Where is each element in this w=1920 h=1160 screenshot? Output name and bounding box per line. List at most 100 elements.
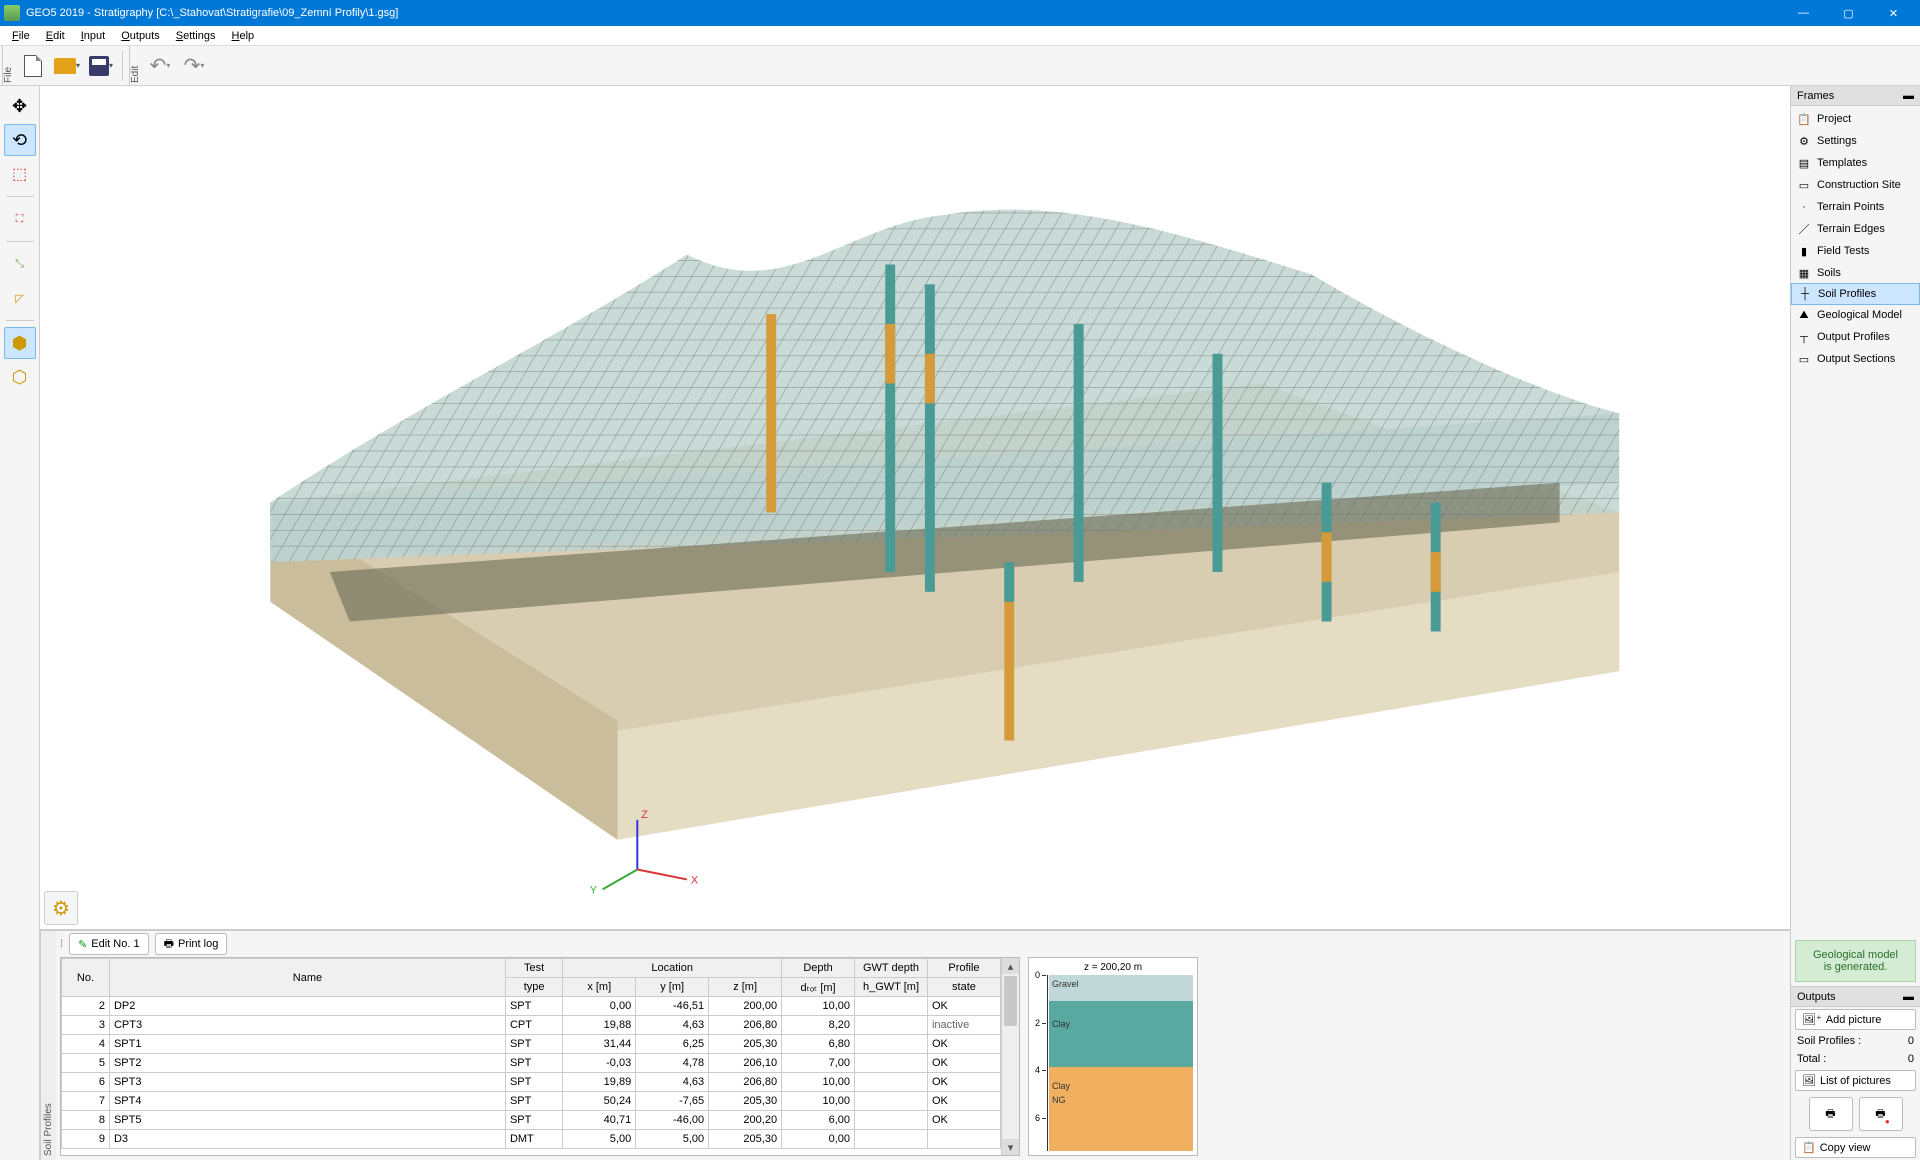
- profiles-table[interactable]: No. Name Test Location Depth GWT depth P…: [60, 957, 1020, 1156]
- frame-item-icon: ▭: [1797, 178, 1811, 192]
- frame-item-label: Templates: [1817, 157, 1867, 169]
- window-title: GEO5 2019 - Stratigraphy [C:\_Stahovat\S…: [26, 7, 1781, 19]
- frame-item-label: Settings: [1817, 135, 1857, 147]
- table-row[interactable]: 6SPT3SPT19,894,63206,8010,00OK: [62, 1073, 1001, 1092]
- perspective-button[interactable]: ◸: [4, 282, 36, 314]
- frame-item-label: Output Profiles: [1817, 331, 1890, 343]
- zoom-window-button[interactable]: ⬚: [4, 158, 36, 190]
- frame-item-label: Geological Model: [1817, 309, 1902, 321]
- solid-view-button[interactable]: ⬢: [4, 327, 36, 359]
- table-row[interactable]: 2DP2SPT0,00-46,51200,0010,00OK: [62, 997, 1001, 1016]
- close-button[interactable]: ✕: [1871, 0, 1916, 26]
- 3d-viewport[interactable]: Z X Y ⚙: [40, 86, 1790, 930]
- frame-item-settings[interactable]: ⚙ Settings: [1791, 130, 1920, 152]
- frame-item-icon: ▮: [1797, 244, 1811, 258]
- frame-item-terrain-edges[interactable]: ／ Terrain Edges: [1791, 218, 1920, 240]
- save-button[interactable]: ▾: [86, 51, 116, 81]
- open-button[interactable]: ▾: [52, 51, 82, 81]
- frame-item-label: Terrain Edges: [1817, 223, 1885, 235]
- frame-item-label: Output Sections: [1817, 353, 1895, 365]
- menu-file[interactable]: File: [4, 28, 38, 44]
- print-button[interactable]: 🖶: [1809, 1097, 1853, 1131]
- svg-text:Y: Y: [590, 884, 598, 896]
- axes-toggle-button[interactable]: ⤡: [4, 248, 36, 280]
- frame-item-label: Project: [1817, 113, 1851, 125]
- menu-input[interactable]: Input: [73, 28, 113, 44]
- frame-item-icon: ┬: [1797, 330, 1811, 344]
- fit-view-button[interactable]: ⛶: [4, 203, 36, 235]
- frame-item-icon: ▦: [1797, 266, 1811, 280]
- frame-item-construction-site[interactable]: ▭ Construction Site: [1791, 174, 1920, 196]
- menu-bar: File Edit Input Outputs Settings Help: [0, 26, 1920, 46]
- collapse-frames-icon[interactable]: ▬: [1903, 90, 1914, 102]
- panel-tab-label: Soil Profiles: [40, 931, 56, 1160]
- main-toolbar: File ▾ ▾ Edit ↶▾ ↷▾: [0, 46, 1920, 86]
- toolbar-group-edit: Edit: [129, 46, 141, 85]
- frame-item-terrain-points[interactable]: ·Terrain Points: [1791, 196, 1920, 218]
- preview-z-label: z = 200,20 m: [1033, 962, 1193, 973]
- frame-item-label: Soils: [1817, 267, 1841, 279]
- print-color-button[interactable]: 🖶●: [1859, 1097, 1903, 1131]
- viewport-settings-button[interactable]: ⚙: [44, 891, 78, 925]
- menu-outputs[interactable]: Outputs: [113, 28, 168, 44]
- collapse-outputs-icon[interactable]: ▬: [1903, 991, 1914, 1003]
- new-button[interactable]: [18, 51, 48, 81]
- list-pictures-button[interactable]: 🖼List of pictures: [1795, 1070, 1916, 1091]
- frame-item-icon: ▭: [1797, 352, 1811, 366]
- table-row[interactable]: 5SPT2SPT-0,034,78206,107,00OK: [62, 1054, 1001, 1073]
- frame-item-label: Construction Site: [1817, 179, 1901, 191]
- preview-layer-label: Clay: [1052, 1019, 1070, 1029]
- frame-item-templates[interactable]: ▤ Templates: [1791, 152, 1920, 174]
- frame-item-icon: ／: [1797, 222, 1811, 236]
- frame-item-icon: ⛰: [1797, 308, 1811, 322]
- table-row[interactable]: 4SPT1SPT31,446,25205,306,80OK: [62, 1035, 1001, 1054]
- redo-button[interactable]: ↷▾: [179, 51, 209, 81]
- menu-settings[interactable]: Settings: [168, 28, 224, 44]
- undo-button[interactable]: ↶▾: [145, 51, 175, 81]
- frame-item-icon: ┼: [1798, 287, 1812, 301]
- table-row[interactable]: 7SPT4SPT50,24-7,65205,3010,00OK: [62, 1092, 1001, 1111]
- table-row[interactable]: 3CPT3CPT19,884,63206,808,20inactive: [62, 1016, 1001, 1035]
- right-sidebar: Frames▬ 📋Project ⚙ Settings ▤ Templates ▭ Cons…: [1790, 86, 1920, 1160]
- table-row[interactable]: 8SPT5SPT40,71-46,00200,206,00OK: [62, 1111, 1001, 1130]
- wireframe-view-button[interactable]: ⬡: [4, 361, 36, 393]
- frame-item-soils[interactable]: ▦ Soils: [1791, 262, 1920, 284]
- model-status: Geological modelis generated.: [1795, 940, 1916, 982]
- frames-header: Frames▬: [1791, 86, 1920, 106]
- frame-item-soil-profiles[interactable]: ┼Soil Profiles: [1791, 283, 1920, 305]
- preview-scale-label: 4: [1035, 1065, 1040, 1075]
- frame-item-icon: ·: [1797, 200, 1811, 214]
- total-count: Total :0: [1791, 1050, 1920, 1068]
- preview-layer-label: Clay: [1052, 1081, 1070, 1091]
- pan-button[interactable]: ✥: [4, 90, 36, 122]
- frame-item-geological-model[interactable]: ⛰ Geological Model: [1791, 304, 1920, 326]
- frame-item-icon: ⚙: [1797, 134, 1811, 148]
- title-bar: GEO5 2019 - Stratigraphy [C:\_Stahovat\S…: [0, 0, 1920, 26]
- add-picture-button[interactable]: 🖼⁺Add picture: [1795, 1009, 1916, 1030]
- table-scrollbar[interactable]: ▴▾: [1001, 958, 1019, 1155]
- frame-item-label: Field Tests: [1817, 245, 1869, 257]
- toolbar-group-file: File: [2, 46, 14, 85]
- menu-edit[interactable]: Edit: [38, 28, 73, 44]
- preview-scale-label: 0: [1035, 970, 1040, 980]
- print-log-button[interactable]: 🖶Print log: [155, 933, 228, 955]
- frame-item-output-sections[interactable]: ▭ Output Sections: [1791, 348, 1920, 370]
- frame-item-project[interactable]: 📋Project: [1791, 108, 1920, 130]
- minimize-button[interactable]: —: [1781, 0, 1826, 26]
- bottom-panel: Soil Profiles ⁞ ✎Edit No. 1 🖶Print log N…: [40, 930, 1790, 1160]
- frame-item-field-tests[interactable]: ▮ Field Tests: [1791, 240, 1920, 262]
- frame-item-output-profiles[interactable]: ┬ Output Profiles: [1791, 326, 1920, 348]
- app-icon: [4, 5, 20, 21]
- svg-text:X: X: [691, 874, 699, 886]
- menu-help[interactable]: Help: [224, 28, 263, 44]
- preview-scale-label: 2: [1035, 1018, 1040, 1028]
- rotate-button[interactable]: ⟲: [4, 124, 36, 156]
- frame-item-icon: ▤: [1797, 156, 1811, 170]
- preview-scale-label: 6: [1035, 1113, 1040, 1123]
- view-toolbar: ✥ ⟲ ⬚ ⛶ ⤡ ◸ ⬢ ⬡: [0, 86, 40, 1160]
- edit-row-button[interactable]: ✎Edit No. 1: [69, 933, 149, 955]
- table-row[interactable]: 9D3DMT5,005,00205,300,00not defined: [62, 1130, 1001, 1149]
- soil-profiles-count: Soil Profiles :0: [1791, 1032, 1920, 1050]
- maximize-button[interactable]: ▢: [1826, 0, 1871, 26]
- copy-view-button[interactable]: 📋Copy view: [1795, 1137, 1916, 1158]
